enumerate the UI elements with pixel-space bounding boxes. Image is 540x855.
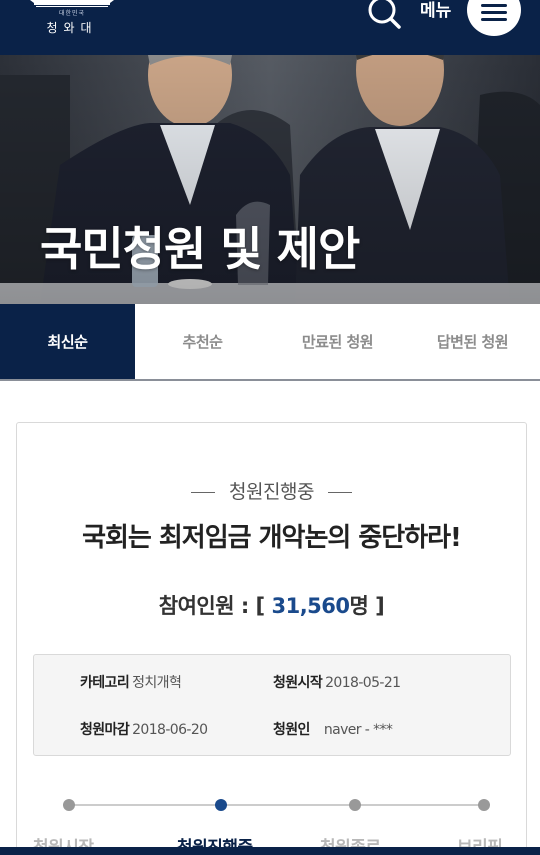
hero-banner: 국민청원 및 제안 [0, 55, 540, 304]
tab-recommended[interactable]: 추천순 [135, 304, 270, 379]
participants-number: 31,560 [271, 594, 350, 618]
petition-card: 청원진행중 국회는 최저임금 개악논의 중단하라! 참여인원 : [ 31,56… [16, 422, 527, 855]
status-dash-right [327, 492, 352, 493]
petition-status: 청원진행중 [17, 477, 526, 504]
category-value: 정치개혁 [132, 675, 182, 691]
hamburger-menu-icon [481, 4, 507, 21]
menu-button[interactable] [467, 0, 521, 36]
status-text: 청원진행중 [229, 481, 314, 503]
logo-subtitle: 대한민국 [58, 10, 86, 17]
progress-dot-ongoing [215, 799, 227, 811]
participants-label: 참여인원 : [ [158, 594, 265, 618]
petition-info-box: 카테고리 정치개혁 청원시작 2018-05-21 청원마감 2018-06-20 청… [33, 654, 511, 756]
info-end-date: 청원마감 2018-06-20 [80, 719, 208, 739]
tab-latest[interactable]: 최신순 [0, 304, 135, 379]
author-label: 청원인 [273, 722, 310, 738]
petition-title: 국회는 최저임금 개악논의 중단하라! [82, 523, 462, 553]
info-start-date: 청원시작 2018-05-21 [273, 672, 401, 692]
sort-tabs: 최신순 추천순 만료된 청원 답변된 청원 [0, 304, 540, 381]
progress-track [63, 799, 490, 811]
category-label: 카테고리 [80, 675, 130, 691]
participants-count: 참여인원 : [ 31,560명 ] [17, 590, 526, 620]
search-icon[interactable] [366, 0, 402, 30]
hero-title: 국민청원 및 제안 [40, 222, 360, 276]
start-value: 2018-05-21 [325, 675, 401, 691]
participants-unit: 명 ] [349, 594, 385, 618]
progress-dot-end [349, 799, 361, 811]
info-category: 카테고리 정치개혁 [80, 672, 182, 692]
progress-dot-briefing [478, 799, 490, 811]
logo-name: 청와대 [46, 21, 98, 35]
tab-answered[interactable]: 답변된 청원 [405, 304, 540, 379]
menu-label[interactable]: 메뉴 [420, 0, 451, 22]
tab-expired[interactable]: 만료된 청원 [270, 304, 405, 379]
top-header: 대한민국 청와대 메뉴 [0, 0, 540, 55]
end-label: 청원마감 [80, 722, 130, 738]
bottom-bar [0, 847, 540, 855]
status-dash-left [191, 492, 216, 493]
end-value: 2018-06-20 [132, 722, 208, 738]
info-author: 청원인 naver - *** [273, 719, 393, 739]
progress-dot-start [63, 799, 75, 811]
author-value: naver - *** [323, 722, 393, 738]
start-label: 청원시작 [273, 675, 323, 691]
page: 대한민국 청와대 메뉴 국민청원 및 제안 최신순 추천순 만료된 청원 답변된… [0, 0, 540, 855]
